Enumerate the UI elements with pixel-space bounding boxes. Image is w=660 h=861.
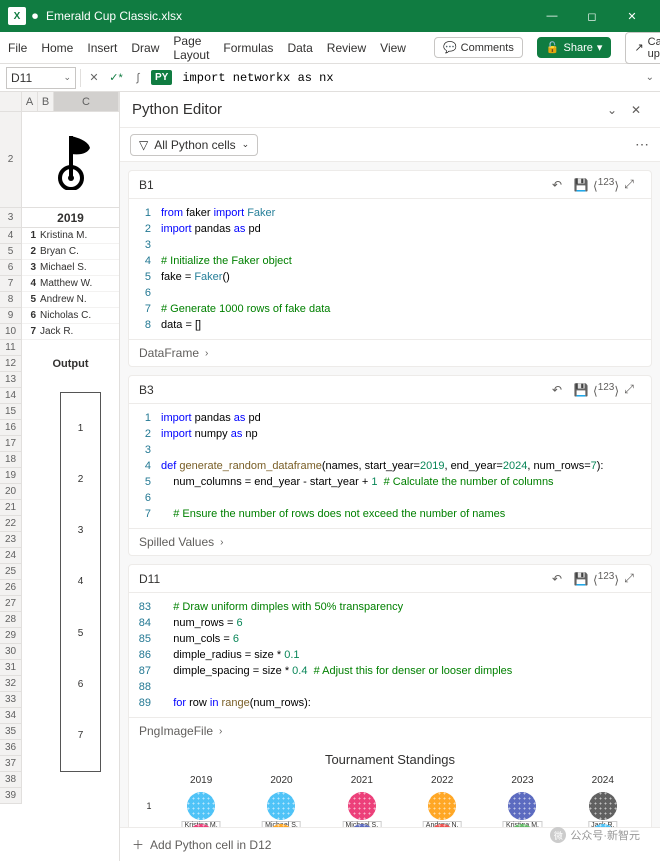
col-header[interactable]: B: [38, 92, 54, 111]
cell-ref[interactable]: B3: [139, 383, 154, 397]
autosave-icon[interactable]: ⏺: [32, 9, 38, 24]
col-header[interactable]: C: [54, 92, 119, 111]
filter-icon: ▽: [139, 138, 148, 152]
cancel-formula-icon[interactable]: ✕: [85, 71, 103, 84]
cell-result[interactable]: Spilled Values ›: [129, 528, 651, 555]
ribbon-tab[interactable]: Formulas: [223, 41, 273, 55]
chart-thumbnail: 1234567: [60, 392, 101, 772]
player-row[interactable]: 1Kristina M.: [22, 228, 119, 244]
collapse-icon[interactable]: ⌄: [600, 103, 624, 117]
save-icon[interactable]: 💾: [569, 383, 593, 397]
name-box[interactable]: D11⌄: [6, 67, 76, 89]
plus-icon: ＋: [132, 836, 144, 853]
ribbon-tab[interactable]: Review: [327, 41, 366, 55]
formula-input[interactable]: [176, 67, 641, 89]
golf-flag-logo: [22, 112, 119, 208]
undo-icon[interactable]: ↶: [545, 572, 569, 586]
python-editor-pane: Python Editor ⌄ ✕ ▽ All Python cells ⌄ ⋯…: [120, 92, 660, 861]
maximize-button[interactable]: ◻: [572, 10, 612, 23]
player-row[interactable]: 7Jack R.: [22, 324, 119, 340]
ribbon-tab[interactable]: View: [380, 41, 406, 55]
cell-filter-dropdown[interactable]: ▽ All Python cells ⌄: [130, 134, 258, 156]
document-title: Emerald Cup Classic.xlsx: [46, 9, 182, 23]
ribbon-tab[interactable]: Draw: [131, 41, 159, 55]
code-editor[interactable]: 83 # Draw uniform dimples with 50% trans…: [129, 593, 651, 717]
code-editor[interactable]: 1import pandas as pd2import numpy as np3…: [129, 404, 651, 528]
expand-icon[interactable]: ⤢: [617, 571, 641, 586]
output-type-icon[interactable]: ⟨123⟩: [593, 177, 617, 193]
expand-formula-icon[interactable]: ⌄: [646, 72, 654, 83]
chevron-right-icon: ›: [219, 726, 222, 737]
expand-icon[interactable]: ⤢: [617, 177, 641, 192]
undo-icon[interactable]: ↶: [545, 178, 569, 192]
player-row[interactable]: 4Matthew W.: [22, 276, 119, 292]
player-row[interactable]: 2Bryan C.: [22, 244, 119, 260]
player-row[interactable]: 3Michael S.: [22, 260, 119, 276]
close-pane-icon[interactable]: ✕: [624, 103, 648, 117]
cell-result[interactable]: DataFrame ›: [129, 339, 651, 366]
cell-result[interactable]: PngImageFile ›: [129, 717, 651, 744]
output-type-icon[interactable]: ⟨123⟩: [593, 382, 617, 398]
output-type-icon[interactable]: ⟨123⟩: [593, 571, 617, 587]
enter-formula-icon[interactable]: ✓*: [107, 71, 125, 84]
col-header[interactable]: A: [22, 92, 38, 111]
year-header-cell[interactable]: 2019: [22, 208, 119, 228]
chevron-right-icon: ›: [205, 348, 208, 359]
comments-button[interactable]: 💬 Comments: [434, 37, 523, 58]
expand-icon[interactable]: ⤢: [617, 382, 641, 397]
cell-ref[interactable]: B1: [139, 178, 154, 192]
window-titlebar: X ⏺ Emerald Cup Classic.xlsx — ◻ ✕: [0, 0, 660, 32]
share-button[interactable]: 🔓 Share ▾: [537, 37, 612, 58]
python-cell: B3 ↶💾⟨123⟩⤢ 1import pandas as pd2import nu…: [128, 375, 652, 556]
minimize-button[interactable]: —: [532, 10, 572, 22]
player-row[interactable]: 5Andrew N.: [22, 292, 119, 308]
chevron-down-icon: ⌄: [63, 72, 71, 83]
ribbon-tab[interactable]: Home: [41, 41, 73, 55]
more-options-icon[interactable]: ⋯: [635, 136, 650, 153]
player-row[interactable]: 6Nicholas C.: [22, 308, 119, 324]
ribbon-tabs: File Home Insert Draw Page Layout Formul…: [0, 32, 660, 64]
spreadsheet-grid[interactable]: A B C 2345678910111213141516171819202122…: [0, 92, 120, 861]
add-python-cell[interactable]: ＋ Add Python cell in D12: [120, 827, 660, 861]
python-cell: B1 ↶💾⟨123⟩⤢ 1from faker import Faker2impor…: [128, 170, 652, 367]
undo-icon[interactable]: ↶: [545, 383, 569, 397]
fx-icon[interactable]: ∫: [129, 72, 147, 84]
python-cell: D11 ↶💾⟨123⟩⤢ 83 # Draw uniform dimples wit…: [128, 564, 652, 827]
standings-chart: Tournament Standings20192020202120222023…: [129, 744, 651, 827]
close-button[interactable]: ✕: [612, 10, 652, 23]
ribbon-tab[interactable]: Data: [287, 41, 312, 55]
formula-bar: D11⌄ ✕ ✓* ∫ PY ⌄: [0, 64, 660, 92]
code-editor[interactable]: 1from faker import Faker2import pandas a…: [129, 199, 651, 339]
catchup-button[interactable]: ↗ Catch up: [625, 32, 660, 64]
ribbon-tab[interactable]: Page Layout: [173, 34, 209, 62]
chevron-right-icon: ›: [220, 537, 223, 548]
output-label-cell[interactable]: Output: [22, 356, 119, 372]
excel-app-icon: X: [8, 7, 26, 25]
chevron-down-icon: ⌄: [242, 139, 250, 150]
editor-title: Python Editor: [132, 101, 600, 118]
save-icon[interactable]: 💾: [569, 572, 593, 586]
python-badge: PY: [151, 70, 172, 85]
ribbon-tab[interactable]: Insert: [87, 41, 117, 55]
cell-ref[interactable]: D11: [139, 572, 160, 586]
save-icon[interactable]: 💾: [569, 178, 593, 192]
ribbon-tab[interactable]: File: [8, 41, 27, 55]
